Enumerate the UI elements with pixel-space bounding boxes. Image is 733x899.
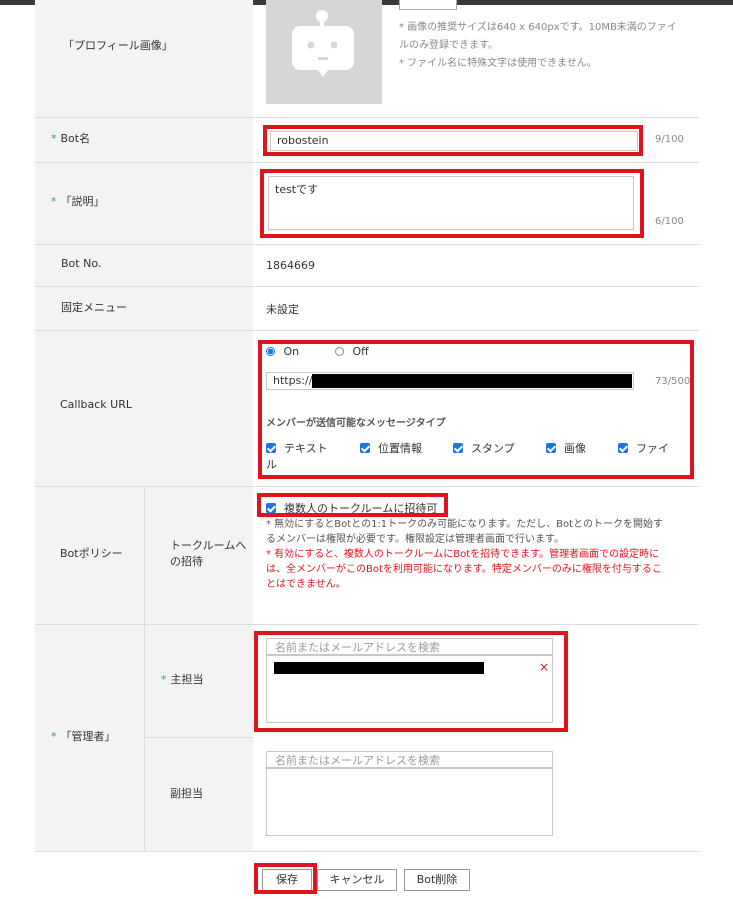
policy-note-gray: * 無効にするとBotとの1:1トークのみ可能になります。ただし、Botとのトー… xyxy=(266,519,663,545)
bot-policy-label: Botポリシー xyxy=(60,547,123,560)
bot-name-label: * Bot名 xyxy=(51,132,91,145)
profile-image-row: 「プロフィール画像」 * 画像の推奨サイズは640 x 640pxです。10MB… xyxy=(35,0,699,118)
profile-note-1: * 画像の推奨サイズは640 x 640pxです。10MB未満のファイ xyxy=(399,22,677,33)
callback-label: Callback URL xyxy=(60,398,132,411)
required-mark: * xyxy=(51,132,57,145)
bot-no-value: 1864669 xyxy=(266,259,315,272)
sub-admin-search-input[interactable]: 名前またはメールアドレスを検索 xyxy=(266,751,553,768)
profile-image-label: 「プロフィール画像」 xyxy=(63,39,173,52)
invite-label-line2: の招待 xyxy=(170,555,203,568)
fixed-menu-label: 固定メニュー xyxy=(61,301,127,314)
bot-no-row: Bot No. 1864669 xyxy=(35,245,699,287)
highlight-callback xyxy=(258,340,694,479)
highlight-main-admin xyxy=(254,631,568,732)
robot-icon xyxy=(292,10,354,77)
highlight-bot-name xyxy=(263,125,643,156)
required-mark: * xyxy=(161,673,167,686)
description-label: * 「説明」 xyxy=(51,195,105,208)
policy-note-red: * 有効にすると、複数人のトークルームにBotを招待できます。管理者画面での設定… xyxy=(266,549,662,590)
bot-no-label: Bot No. xyxy=(61,257,102,270)
required-mark: * xyxy=(51,730,57,743)
highlight-group-invite xyxy=(257,493,448,517)
highlight-description xyxy=(260,169,644,238)
fixed-menu-row: 固定メニュー 未設定 xyxy=(35,287,699,331)
admin-label: * 「管理者」 xyxy=(51,730,116,743)
bot-name-counter: 9/100 xyxy=(655,134,684,145)
profile-note-2: ルのみ登録できます。 xyxy=(399,40,498,51)
required-mark: * xyxy=(51,195,57,208)
highlight-save xyxy=(254,863,317,894)
sub-admin-list xyxy=(266,768,553,836)
fixed-menu-value: 未設定 xyxy=(266,303,299,316)
profile-image-thumbnail[interactable] xyxy=(266,0,382,104)
cancel-button[interactable]: キャンセル xyxy=(317,869,397,891)
main-admin-label: * 主担当 xyxy=(161,673,204,686)
upload-button-stub[interactable] xyxy=(399,0,457,10)
invite-label-line1: トークルームへ xyxy=(170,539,247,552)
profile-note-3: * ファイル名に特殊文字は使用できません。 xyxy=(399,58,597,69)
sub-admin-label: 副担当 xyxy=(170,787,203,800)
description-counter: 6/100 xyxy=(655,216,684,227)
bot-settings-form: 「プロフィール画像」 * 画像の推奨サイズは640 x 640pxです。10MB… xyxy=(35,0,699,852)
delete-bot-button[interactable]: Bot削除 xyxy=(404,869,470,891)
